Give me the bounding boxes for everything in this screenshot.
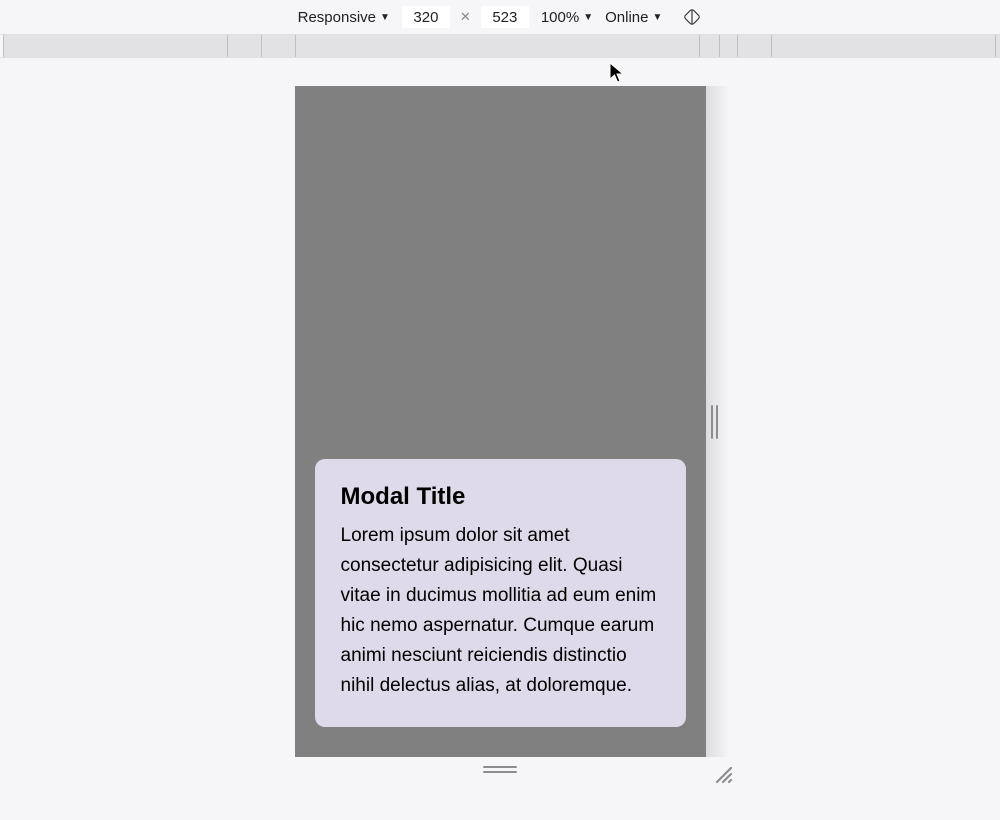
viewport-shadow xyxy=(706,86,732,757)
network-select[interactable]: Online ▼ xyxy=(605,9,662,26)
zoom-select-label: 100% xyxy=(541,9,579,26)
ruler xyxy=(0,34,1000,58)
network-select-label: Online xyxy=(605,9,648,26)
modal-title: Modal Title xyxy=(341,483,660,511)
zoom-select[interactable]: 100% ▼ xyxy=(541,9,593,26)
device-wrapper: Modal Title Lorem ipsum dolor sit amet c… xyxy=(295,86,706,757)
modal-body: Lorem ipsum dolor sit amet consectetur a… xyxy=(341,521,660,701)
chevron-down-icon: ▼ xyxy=(380,12,390,23)
width-input[interactable] xyxy=(402,6,450,28)
modal: Modal Title Lorem ipsum dolor sit amet c… xyxy=(315,459,686,727)
chevron-down-icon: ▼ xyxy=(652,12,662,23)
height-input[interactable] xyxy=(481,6,529,28)
device-viewport: Modal Title Lorem ipsum dolor sit amet c… xyxy=(295,86,706,757)
resize-handle-corner[interactable] xyxy=(713,764,733,789)
resize-handle-right[interactable] xyxy=(711,405,718,439)
chevron-down-icon: ▼ xyxy=(583,12,593,23)
device-toolbar: Responsive ▼ ✕ 100% ▼ Online ▼ xyxy=(0,0,1000,34)
dimension-separator: ✕ xyxy=(460,9,471,25)
dimensions-group: ✕ xyxy=(402,6,529,28)
device-select-label: Responsive xyxy=(298,9,376,26)
device-select[interactable]: Responsive ▼ xyxy=(298,9,390,26)
resize-handle-bottom[interactable] xyxy=(483,766,517,773)
rotate-icon[interactable] xyxy=(682,7,702,27)
stage: Modal Title Lorem ipsum dolor sit amet c… xyxy=(0,58,1000,820)
